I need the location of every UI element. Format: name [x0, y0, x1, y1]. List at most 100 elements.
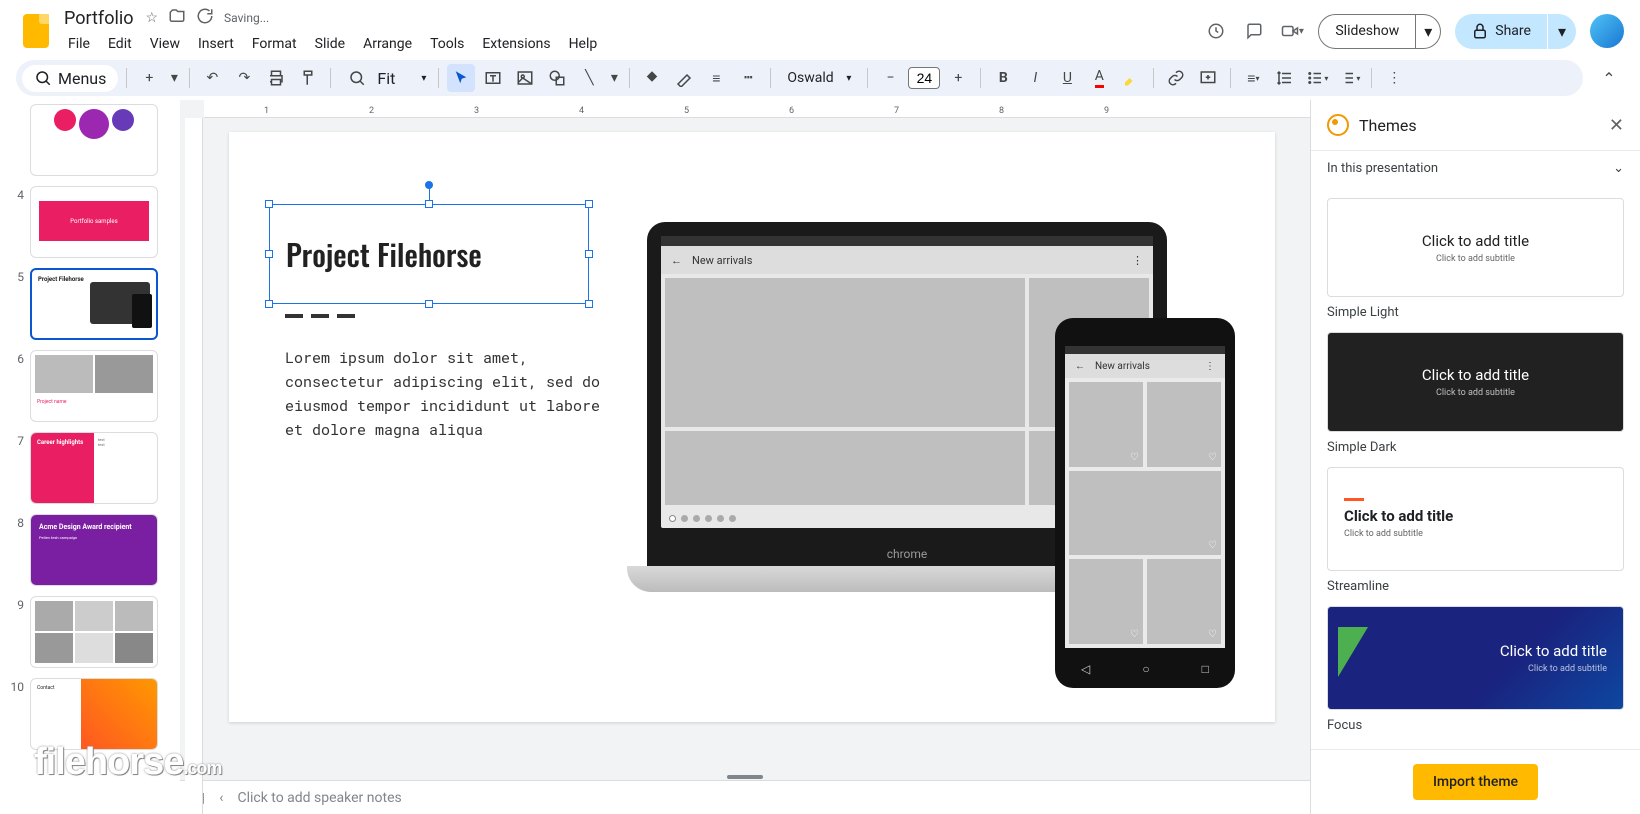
prev-slide-icon[interactable]: ‹ — [219, 790, 223, 806]
theme-card[interactable]: Click to add titleClick to add subtitle — [1327, 198, 1624, 297]
meet-icon[interactable]: ▾ — [1280, 19, 1304, 43]
zoom-dropdown[interactable]: ▾ — [421, 73, 426, 84]
textbox-tool[interactable] — [479, 64, 507, 92]
speaker-notes[interactable]: ▦ ‹ Click to add speaker notes — [180, 780, 1310, 814]
slide-thumbnail[interactable]: Contact — [30, 678, 158, 750]
insert-comment-button[interactable] — [1194, 64, 1222, 92]
title-underline — [285, 314, 355, 318]
slide-number: 4 — [8, 186, 24, 202]
slide-body-text[interactable]: Lorem ipsum dolor sit amet, consectetur … — [285, 346, 605, 442]
theme-label: Simple Dark — [1327, 440, 1624, 455]
share-dropdown[interactable]: ▾ — [1548, 14, 1576, 49]
menu-extensions[interactable]: Extensions — [474, 32, 558, 56]
menu-file[interactable]: File — [60, 32, 98, 56]
document-title[interactable]: Portfolio — [60, 7, 137, 30]
insert-link-button[interactable] — [1162, 64, 1190, 92]
zoom-icon[interactable] — [343, 64, 371, 92]
increase-font-button[interactable]: + — [944, 64, 972, 92]
menu-edit[interactable]: Edit — [100, 32, 140, 56]
themes-section-toggle[interactable]: In this presentation⌄ — [1311, 150, 1640, 186]
bullet-list-button[interactable]: ▾ — [1303, 64, 1331, 92]
select-tool[interactable] — [447, 64, 475, 92]
highlight-button[interactable] — [1117, 64, 1145, 92]
fill-color-button[interactable] — [638, 64, 666, 92]
border-color-button[interactable] — [670, 64, 698, 92]
themes-icon — [1327, 114, 1349, 136]
cloud-status-icon[interactable] — [196, 7, 214, 29]
slide-canvas[interactable]: Project Filehorse Lorem ipsum dolor sit … — [229, 132, 1275, 722]
shape-tool[interactable] — [543, 64, 571, 92]
collapse-toolbar-button[interactable]: ⌃ — [1594, 63, 1624, 93]
notes-placeholder[interactable]: Click to add speaker notes — [237, 790, 401, 806]
line-tool[interactable]: ╲ — [575, 64, 603, 92]
slide-number: 6 — [8, 350, 24, 366]
move-icon[interactable] — [168, 7, 186, 29]
theme-card[interactable]: Click to add titleClick to add subtitle — [1327, 332, 1624, 431]
menu-slide[interactable]: Slide — [307, 32, 353, 56]
underline-button[interactable]: U — [1053, 64, 1081, 92]
more-options-button[interactable]: ⋮ — [1380, 64, 1408, 92]
line-dropdown[interactable]: ▾ — [607, 64, 621, 92]
menu-format[interactable]: Format — [244, 32, 305, 56]
title-textbox-selected[interactable]: Project Filehorse — [269, 204, 589, 304]
slide-thumbnail[interactable]: Project name — [30, 350, 158, 422]
paint-format-button[interactable] — [294, 64, 322, 92]
slideshow-button[interactable]: Slideshow — [1318, 14, 1416, 49]
slide-title-text[interactable]: Project Filehorse — [270, 205, 588, 302]
italic-button[interactable]: I — [1021, 64, 1049, 92]
save-status: Saving... — [224, 11, 269, 25]
print-button[interactable] — [262, 64, 290, 92]
menu-tools[interactable]: Tools — [422, 32, 472, 56]
zoom-value[interactable]: Fit — [377, 69, 395, 88]
theme-label: Focus — [1327, 718, 1624, 733]
theme-card[interactable]: Click to add titleClick to add subtitle — [1327, 606, 1624, 710]
font-selector[interactable]: Oswald▾ — [779, 70, 859, 86]
new-slide-button[interactable]: + — [135, 64, 163, 92]
comments-icon[interactable] — [1242, 19, 1266, 43]
close-icon[interactable]: ✕ — [1609, 115, 1624, 136]
menu-arrange[interactable]: Arrange — [355, 32, 420, 56]
bold-button[interactable]: B — [989, 64, 1017, 92]
canvas-area: 123456789 ⫹⫺ Project Filehorse Lorem ips… — [180, 100, 1310, 814]
line-spacing-button[interactable] — [1271, 64, 1299, 92]
slides-panel: 4 Portfolio samples 5 Project Filehorse 6 Pro… — [0, 100, 180, 814]
import-theme-button[interactable]: Import theme — [1413, 764, 1538, 800]
slide-thumbnail[interactable]: Project Filehorse — [30, 268, 158, 340]
decrease-font-button[interactable]: − — [876, 64, 904, 92]
text-color-button[interactable]: A — [1085, 64, 1113, 92]
horizontal-ruler: 123456789 — [204, 100, 1310, 118]
menu-view[interactable]: View — [142, 32, 188, 56]
slide-thumbnail[interactable] — [30, 104, 158, 176]
redo-button[interactable]: ↷ — [230, 64, 258, 92]
menu-help[interactable]: Help — [561, 32, 606, 56]
theme-label: Simple Light — [1327, 305, 1624, 320]
slide-number: 5 — [8, 268, 24, 284]
image-tool[interactable] — [511, 64, 539, 92]
slide-thumbnail[interactable]: Acme Design Award recipientPellen tesh c… — [30, 514, 158, 586]
history-icon[interactable] — [1204, 19, 1228, 43]
font-size-input[interactable] — [908, 67, 940, 89]
search-label: Menus — [58, 69, 106, 88]
menu-insert[interactable]: Insert — [190, 32, 242, 56]
slide-number: 9 — [8, 596, 24, 612]
numbered-list-button[interactable]: ▾ — [1335, 64, 1363, 92]
share-button[interactable]: Share — [1455, 14, 1547, 49]
undo-button[interactable]: ↶ — [198, 64, 226, 92]
star-icon[interactable]: ☆ — [145, 10, 158, 26]
slide-thumbnail[interactable]: Portfolio samples — [30, 186, 158, 258]
border-dash-button[interactable]: ┅ — [734, 64, 762, 92]
border-weight-button[interactable]: ≡ — [702, 64, 730, 92]
toolbar: Menus + ▾ ↶ ↷ Fit ▾ ╲ ▾ ≡ ┅ Oswald▾ — [0, 56, 1640, 100]
slide-thumbnail[interactable] — [30, 596, 158, 668]
slideshow-dropdown[interactable]: ▾ — [1416, 14, 1441, 49]
slide-thumbnail[interactable]: Career highlightstexttext — [30, 432, 158, 504]
themes-panel: Themes ✕ In this presentation⌄ Click to … — [1310, 100, 1640, 814]
theme-card[interactable]: Click to add titleClick to add subtitle — [1327, 467, 1624, 571]
app-logo[interactable] — [16, 11, 56, 51]
slide-number: 10 — [8, 678, 24, 694]
slide-number — [8, 104, 24, 106]
new-slide-dropdown[interactable]: ▾ — [167, 64, 181, 92]
align-button[interactable]: ≡▾ — [1239, 64, 1267, 92]
menu-search[interactable]: Menus — [22, 65, 118, 92]
account-avatar[interactable] — [1590, 14, 1624, 48]
